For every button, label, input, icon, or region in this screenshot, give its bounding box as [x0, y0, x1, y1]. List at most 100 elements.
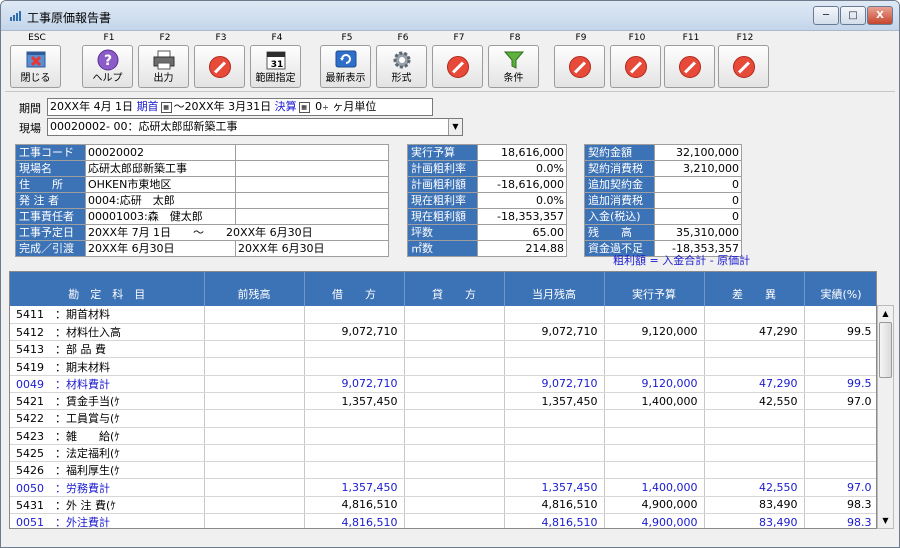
spinner-icon[interactable]: ÷: [322, 103, 329, 112]
minimize-button[interactable]: ─: [813, 6, 839, 25]
f9-disabled-button[interactable]: [554, 45, 605, 88]
amount-cell: [504, 340, 605, 359]
grid-row[interactable]: 5425 ：法定福利(ｹ: [10, 444, 876, 463]
fkey-f11: F11: [664, 32, 718, 88]
amount-cell: [804, 444, 876, 463]
f3-disabled-button[interactable]: [194, 45, 245, 88]
conditions-button[interactable]: 条件: [488, 45, 539, 88]
calendar-icon[interactable]: ▦: [298, 101, 310, 113]
period-end-button[interactable]: 決算: [275, 100, 297, 113]
output-button[interactable]: 出力: [138, 45, 189, 88]
chevron-down-icon[interactable]: ▼: [448, 119, 462, 135]
grid-row[interactable]: 5411 ：期首材料: [10, 306, 876, 324]
grid-column-header[interactable]: 当月残高: [504, 272, 605, 306]
grid-row[interactable]: 5422 ：工員賞与(ｹ: [10, 409, 876, 428]
report-window: 工事原価報告書 ─ □ X ESC 閉じる F1 ? ヘルプ F2 出力 F3 …: [0, 0, 900, 548]
grid-row[interactable]: 5412 ：材料仕入高 9,072,710 9,072,710 9,120,000 47…: [10, 323, 876, 342]
project-field-value: OHKEN市東地区: [85, 176, 236, 193]
budget-value: 18,616,000: [477, 144, 567, 161]
amount-cell: [304, 461, 405, 480]
grid-column-header[interactable]: 差 異: [704, 272, 805, 306]
amount-cell: 9,072,710: [304, 323, 405, 342]
amount-cell: [704, 357, 805, 376]
amount-cell: [704, 444, 805, 463]
amount-cell: [204, 409, 305, 428]
grid-column-header[interactable]: 貸 方: [404, 272, 505, 306]
grid-row[interactable]: 0050 ：労務費計 1,357,450 1,357,450 1,400,000 42,…: [10, 478, 876, 497]
amount-cell: [204, 461, 305, 480]
format-button[interactable]: 形式: [376, 45, 427, 88]
grid-row[interactable]: 5431 ：外 注 費(ｹ 4,816,510 4,816,510 4,900,000…: [10, 496, 876, 515]
grid-column-header[interactable]: 勘 定 科 目: [10, 272, 205, 306]
fkey-f10: F10: [610, 32, 664, 88]
amount-cell: [604, 444, 705, 463]
amount-cell: 1,400,000: [604, 478, 705, 497]
project-row: 工事予定日 20XX年 7月 1日 ～ 20XX年 6月30日: [15, 224, 389, 241]
help-button[interactable]: ? ヘルプ: [82, 45, 133, 88]
grid-row[interactable]: 5419 ：期末材料: [10, 357, 876, 376]
contract-row: 残 高 35,310,000: [584, 224, 742, 241]
f7-disabled-button[interactable]: [432, 45, 483, 88]
grid-column-header[interactable]: 借 方: [304, 272, 405, 306]
project-row: 工事責任者 00001003:森 健太郎: [15, 208, 389, 225]
period-to[interactable]: 20XX年 3月31日: [185, 100, 272, 113]
contract-value: 35,310,000: [654, 224, 742, 241]
vertical-scrollbar[interactable]: ▲ ▼: [877, 305, 894, 529]
amount-cell: [204, 340, 305, 359]
fkey-f2: F2 出力: [138, 32, 192, 88]
disabled-icon: [447, 56, 469, 78]
close-report-button[interactable]: 閉じる: [10, 45, 61, 88]
range-button[interactable]: 31 範囲指定: [250, 45, 301, 88]
budget-row: ㎡数 214.88: [407, 240, 567, 257]
grid-row[interactable]: 5413 ：部 品 費: [10, 340, 876, 359]
print-icon: [153, 50, 175, 70]
grid-row[interactable]: 0051 ：外注費計 4,816,510 4,816,510 4,900,000 83,…: [10, 513, 876, 528]
scroll-thumb[interactable]: [879, 322, 892, 378]
amount-cell: [704, 409, 805, 428]
f10-disabled-button[interactable]: [610, 45, 661, 88]
amount-cell: 83,490: [704, 513, 805, 528]
amount-cell: [404, 392, 505, 411]
amount-cell: [404, 357, 505, 376]
calendar-icon[interactable]: ▦: [160, 101, 172, 113]
amount-cell: [804, 340, 876, 359]
budget-row: 計画粗利率 0.0%: [407, 160, 567, 177]
project-field-value2: 20XX年 6月30日: [235, 240, 389, 257]
amount-cell: 9,072,710: [504, 323, 605, 342]
refresh-button[interactable]: 最新表示: [320, 45, 371, 88]
amount-cell: [404, 340, 505, 359]
budget-row: 坪数 65.00: [407, 224, 567, 241]
scroll-up-icon[interactable]: ▲: [878, 306, 893, 321]
site-select[interactable]: 00020002- 00：応研太郎邸新築工事 ▼: [47, 118, 463, 136]
f12-disabled-button[interactable]: [718, 45, 769, 88]
grid-row[interactable]: 0049 ：材料費計 9,072,710 9,072,710 9,120,000 47,…: [10, 375, 876, 393]
grid-column-header[interactable]: 実行予算: [604, 272, 705, 306]
app-chart-icon: [10, 11, 21, 21]
grid-row[interactable]: 5426 ：福利厚生(ｹ: [10, 461, 876, 480]
project-field-label: 住 所: [15, 176, 86, 193]
project-field-value: 00020002: [85, 144, 236, 161]
contract-info-table: 契約金額 32,100,000 契約消費税 3,210,000 追加契約金 0 追加消費税 0…: [584, 144, 742, 257]
budget-label: 坪数: [407, 224, 478, 241]
grid-column-header[interactable]: 実績(%): [804, 272, 876, 306]
contract-row: 入金(税込) 0: [584, 208, 742, 225]
amount-cell: [204, 323, 305, 342]
amount-cell: [304, 306, 405, 324]
close-window-icon: [26, 51, 46, 68]
f11-disabled-button[interactable]: [664, 45, 715, 88]
period-label: 期間: [19, 102, 41, 115]
period-from[interactable]: 20XX年 4月 1日: [50, 100, 133, 113]
close-button[interactable]: X: [867, 6, 893, 25]
project-field-value2: [235, 208, 389, 225]
budget-value: -18,616,000: [477, 176, 567, 193]
grid-column-header[interactable]: 前残高: [204, 272, 305, 306]
maximize-button[interactable]: □: [840, 6, 866, 25]
disabled-icon: [679, 56, 701, 78]
budget-label: 計画粗利率: [407, 160, 478, 177]
title-bar[interactable]: 工事原価報告書 ─ □ X: [1, 1, 899, 31]
grid-row[interactable]: 5423 ：雑 給(ｹ: [10, 427, 876, 445]
contract-row: 追加契約金 0: [584, 176, 742, 193]
scroll-down-icon[interactable]: ▼: [878, 513, 893, 528]
period-start-button[interactable]: 期首: [137, 100, 159, 113]
grid-row[interactable]: 5421 ：賃金手当(ｹ 1,357,450 1,357,450 1,400,000 4…: [10, 392, 876, 411]
